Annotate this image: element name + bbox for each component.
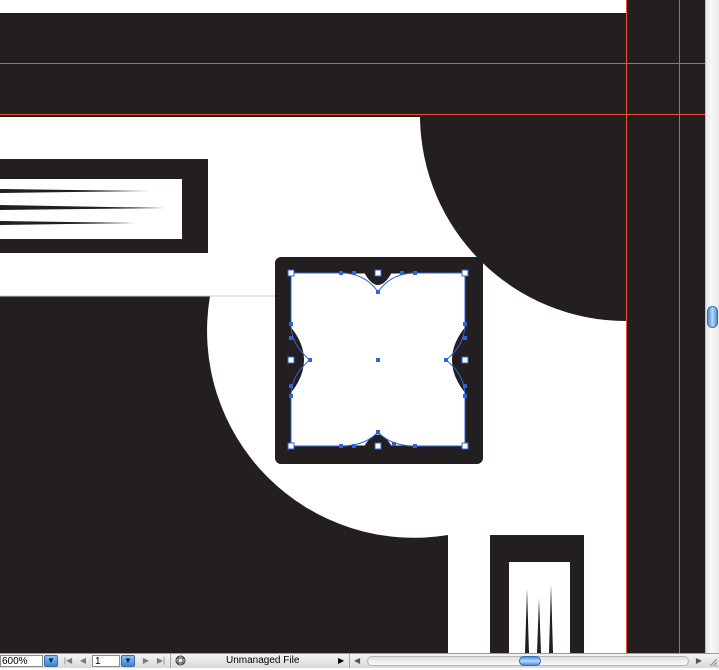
next-page-button[interactable]: ▶ <box>139 655 153 667</box>
previous-page-icon: ◀ <box>79 656 87 665</box>
status-menu-button[interactable]: ▶ <box>338 655 346 667</box>
chevron-down-icon: ▼ <box>124 656 132 665</box>
first-page-button[interactable]: |◀ <box>61 655 75 667</box>
zoom-dropdown-button[interactable]: ▼ <box>44 655 58 667</box>
resize-grip-icon[interactable] <box>707 656 718 667</box>
status-bar: 600% ▼ |◀ ◀ 1 ▼ ▶ ▶| Unmanaged File ▶ ◀ … <box>0 653 719 668</box>
vertical-scroll-thumb[interactable] <box>707 306 718 328</box>
horizontal-scrollbar[interactable]: ◀ ▶ <box>351 655 705 667</box>
previous-page-button[interactable]: ◀ <box>76 655 90 667</box>
page-field[interactable]: 1 <box>92 655 120 667</box>
chevron-down-icon: ▼ <box>47 656 55 665</box>
status-divider <box>170 654 171 668</box>
scroll-left-icon[interactable]: ◀ <box>354 655 360 667</box>
last-page-icon: ▶| <box>156 656 166 665</box>
status-divider <box>349 654 350 668</box>
zoom-field[interactable]: 600% <box>0 655 43 667</box>
artboard-canvas[interactable] <box>0 0 705 653</box>
file-status-icon[interactable] <box>174 655 186 667</box>
artwork-top-band <box>0 13 705 117</box>
file-status-text: Unmanaged File <box>226 655 300 666</box>
artwork-svg <box>0 0 705 653</box>
triangle-right-icon: ▶ <box>338 656 345 665</box>
first-page-icon: |◀ <box>63 656 73 665</box>
vertical-scrollbar[interactable] <box>705 0 719 653</box>
horizontal-scroll-thumb[interactable] <box>519 656 541 666</box>
scroll-right-icon[interactable]: ▶ <box>696 655 702 667</box>
next-page-icon: ▶ <box>142 656 150 665</box>
artwork-right-column <box>626 0 705 653</box>
last-page-button[interactable]: ▶| <box>154 655 168 667</box>
page-dropdown-button[interactable]: ▼ <box>121 655 135 667</box>
